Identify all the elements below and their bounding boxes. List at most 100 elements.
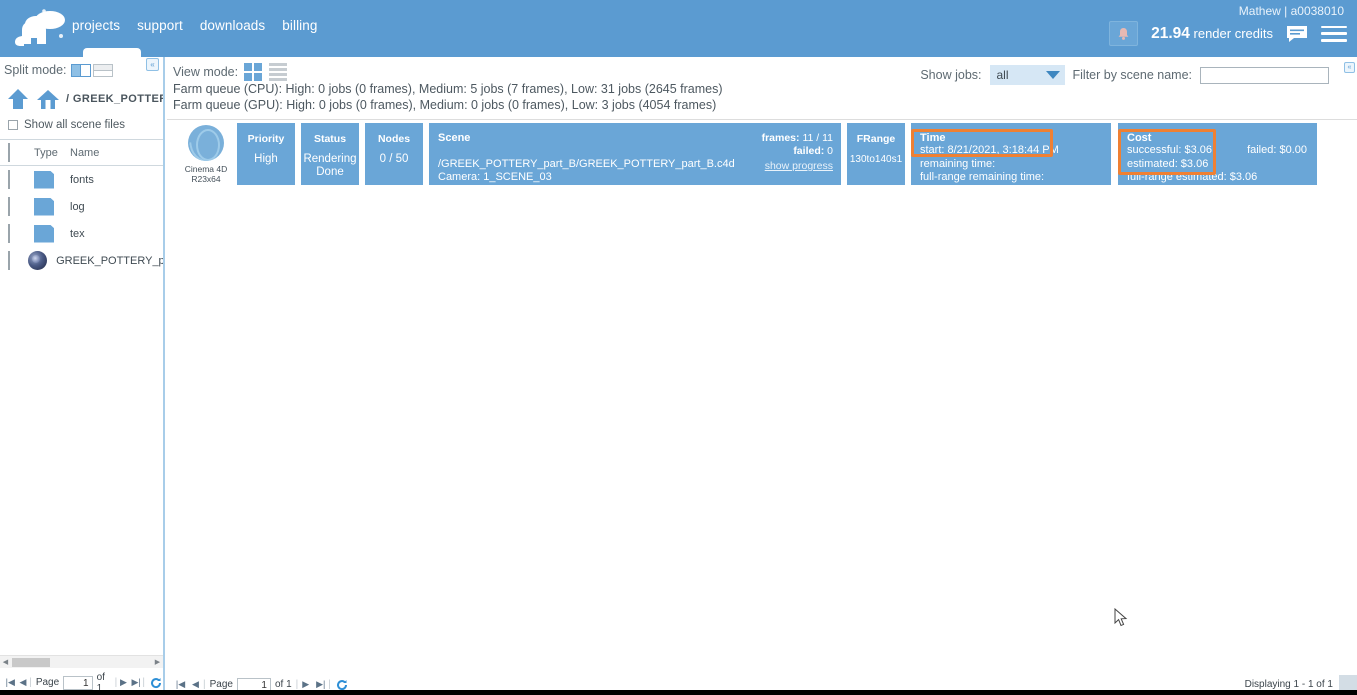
pager-first-button[interactable]: |◀	[4, 677, 17, 688]
frames-label: frames:	[761, 132, 800, 144]
pager-prev-button[interactable]: ◀	[17, 677, 30, 688]
scene-frames-group: frames: 11 / 11 failed: 0 show progress	[762, 132, 833, 173]
show-jobs-select[interactable]: all	[989, 65, 1065, 85]
header-right-group: Mathew | a0038010 21.94 render credits	[1109, 4, 1347, 46]
show-progress-link[interactable]: show progress	[762, 160, 833, 173]
displaying-count: Displaying 1 - 1 of 1	[1244, 679, 1333, 690]
collapse-right-panel-button[interactable]: «	[1344, 62, 1355, 73]
row-checkbox[interactable]	[8, 223, 10, 243]
scroll-left-icon[interactable]: ◀	[0, 658, 11, 666]
view-mode-grid-icon[interactable]	[244, 63, 263, 81]
breadcrumb: / GREEK_POTTERY_	[0, 83, 163, 115]
job-priority-cell[interactable]: Priority High	[237, 123, 295, 185]
pager-page-input[interactable]: 1	[63, 675, 93, 690]
chevron-down-icon	[1045, 71, 1060, 79]
column-header-type[interactable]: Type	[34, 147, 70, 159]
file-name[interactable]: GREEK_POTTERY_part_B.	[56, 255, 163, 267]
pager-next-button[interactable]: ▶	[117, 677, 130, 688]
table-row[interactable]: tex	[0, 220, 163, 247]
priority-value: High	[254, 153, 278, 165]
home-folder-icon[interactable]	[36, 88, 60, 110]
status-value-line2: Done	[316, 166, 344, 178]
bell-icon[interactable]	[1109, 21, 1139, 46]
chat-icon[interactable]	[1286, 25, 1308, 43]
jobs-pager-next-button[interactable]: ▶	[298, 679, 313, 690]
folder-icon	[34, 225, 54, 243]
jobs-pager-of-label: of 1	[274, 679, 292, 690]
pager-last-button[interactable]: ▶|	[130, 677, 143, 688]
filter-by-scene-input[interactable]	[1200, 66, 1329, 84]
row-checkbox[interactable]	[8, 250, 10, 270]
up-folder-icon[interactable]	[6, 88, 30, 110]
farm-queue-gpu: Farm queue (GPU): High: 0 jobs (0 frames…	[173, 98, 717, 112]
status-title: Status	[313, 133, 347, 145]
split-mode-label: Split mode:	[4, 63, 67, 77]
user-account-label[interactable]: Mathew | a0038010	[1239, 4, 1347, 18]
table-row[interactable]: GREEK_POTTERY_part_B.	[0, 247, 163, 274]
jobs-toolbar: View mode: Farm queue (CPU): High: 0 job…	[167, 57, 1357, 120]
cost-title: Cost	[1127, 132, 1152, 144]
bottom-edge-bar	[0, 690, 1357, 695]
file-list-horizontal-scrollbar[interactable]: ◀ ▶	[0, 655, 163, 668]
nav-item-billing[interactable]: billing	[282, 18, 317, 33]
main-nav: projects support downloads billing	[72, 18, 318, 33]
app-name-line1: Cinema 4D	[184, 164, 228, 174]
select-all-checkbox[interactable]	[8, 142, 10, 162]
jobs-filter-group: Show jobs: all Filter by scene name:	[920, 65, 1329, 85]
frames-value: 11 / 11	[802, 132, 833, 144]
folder-icon	[34, 171, 54, 189]
render-credits-value: 21.94	[1151, 24, 1190, 42]
split-mode-rows-icon[interactable]	[92, 63, 113, 77]
nodes-value: 0 / 50	[379, 153, 409, 165]
jobs-refresh-icon[interactable]	[336, 679, 348, 691]
priority-title: Priority	[247, 133, 285, 145]
nav-item-projects[interactable]: projects	[72, 18, 120, 33]
row-checkbox[interactable]	[8, 169, 10, 189]
column-header-name[interactable]: Name	[70, 147, 99, 159]
show-jobs-value: all	[996, 68, 1009, 82]
jobs-pager-prev-button[interactable]: ◀	[188, 679, 203, 690]
cost-full-range-estimated: full-range estimated: $3.06	[1127, 171, 1258, 183]
top-header: projects support downloads billing Mathe…	[0, 0, 1357, 62]
jobs-pager-first-button[interactable]: |◀	[173, 679, 188, 690]
breadcrumb-path[interactable]: / GREEK_POTTERY_	[66, 93, 163, 105]
scrollbar-thumb[interactable]	[12, 657, 50, 667]
job-row[interactable]: Cinema 4D R23x64 Priority High Status Re…	[167, 123, 1357, 185]
refresh-icon[interactable]	[150, 677, 162, 689]
job-status-cell[interactable]: Status Rendering Done	[301, 123, 359, 185]
time-full-range-remaining: full-range remaining time:	[920, 171, 1045, 183]
folder-icon	[34, 198, 54, 216]
jobs-pager-last-button[interactable]: ▶|	[313, 679, 328, 690]
show-jobs-label: Show jobs:	[920, 68, 982, 82]
show-all-scene-files-row[interactable]: Show all scene files	[0, 115, 163, 135]
scene-camera: Camera: 1_SCENE_03	[438, 171, 552, 183]
collapse-left-panel-button[interactable]: «	[146, 58, 159, 71]
time-title: Time	[920, 132, 946, 144]
job-nodes-cell[interactable]: Nodes 0 / 50	[365, 123, 423, 185]
time-remaining: remaining time:	[920, 157, 996, 170]
hamburger-icon[interactable]	[1321, 25, 1347, 42]
frames-failed-label: failed:	[793, 144, 825, 157]
job-scene-cell[interactable]: Scene /GREEK_POTTERY_part_B/GREEK_POTTER…	[429, 123, 841, 185]
job-cost-cell[interactable]: Cost successful: $3.06 estimated: $3.06 …	[1118, 123, 1317, 185]
frange-value: 130to140s1	[849, 154, 903, 165]
table-row[interactable]: log	[0, 193, 163, 220]
cloud-render-logo[interactable]	[8, 6, 70, 50]
row-checkbox[interactable]	[8, 196, 10, 216]
split-mode-columns-icon[interactable]	[70, 63, 91, 77]
job-frange-cell[interactable]: FRange 130to140s1	[847, 123, 905, 185]
file-name[interactable]: fonts	[70, 174, 94, 186]
job-application-badge: Cinema 4D R23x64	[175, 123, 237, 184]
app-root: projects support downloads billing Mathe…	[0, 0, 1357, 695]
show-all-scene-files-checkbox[interactable]	[8, 120, 18, 130]
nav-item-downloads[interactable]: downloads	[200, 18, 265, 33]
view-mode-list-icon[interactable]	[269, 63, 288, 81]
cost-failed: failed: $0.00	[1247, 144, 1307, 156]
show-all-scene-files-label: Show all scene files	[24, 119, 125, 131]
file-name[interactable]: tex	[70, 228, 85, 240]
scroll-right-icon[interactable]: ▶	[152, 658, 163, 666]
table-row[interactable]: fonts	[0, 166, 163, 193]
file-name[interactable]: log	[70, 201, 85, 213]
job-time-cell[interactable]: Time start: 8/21/2021, 3:18:44 PM remain…	[911, 123, 1111, 185]
nav-item-support[interactable]: support	[137, 18, 183, 33]
